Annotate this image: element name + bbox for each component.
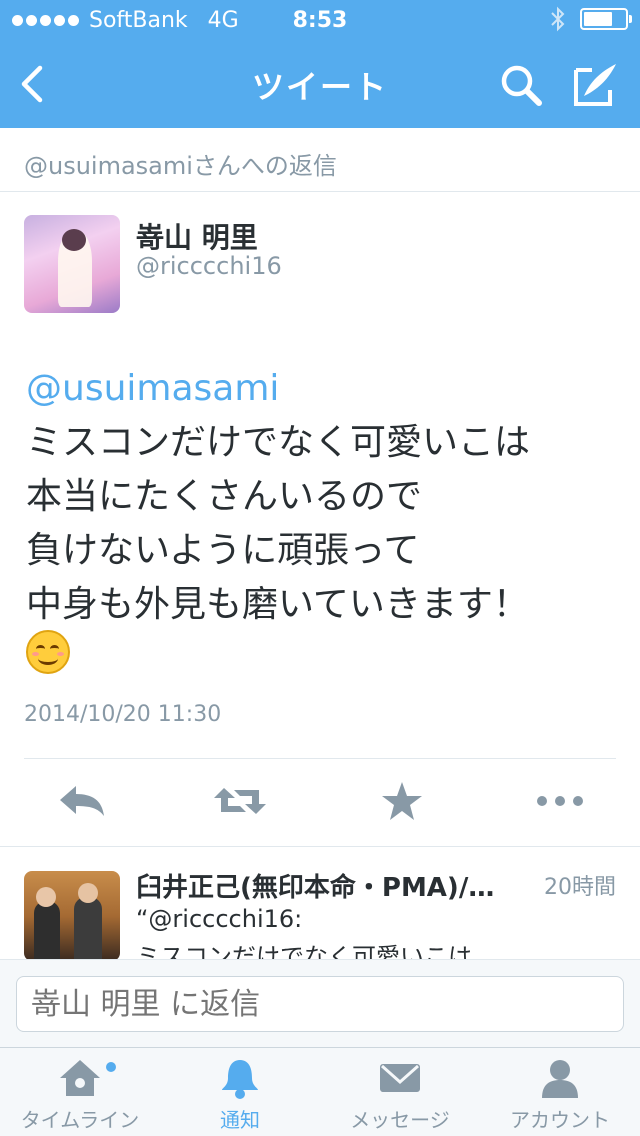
tab-label: メッセージ [350, 1108, 450, 1132]
tab-notifications[interactable]: 通知 [160, 1048, 320, 1136]
tweet-line-2: 本当にたくさんいるので [26, 476, 423, 517]
more-options-icon[interactable] [530, 778, 590, 824]
reply-input[interactable] [16, 976, 624, 1032]
bluetooth-icon [551, 6, 565, 32]
bell-icon [222, 1060, 258, 1099]
status-time: 8:53 [292, 8, 348, 33]
top-bar: SoftBank 4G 8:53 ツイート [0, 0, 640, 128]
tab-label: タイムライン [20, 1108, 140, 1132]
tweet-timestamp: 2014/10/20 11:30 [24, 702, 222, 727]
reply-author-avatar[interactable] [24, 871, 120, 959]
author-avatar[interactable] [24, 215, 120, 313]
compose-tweet-icon[interactable] [570, 60, 620, 108]
reply-context-text: @usuimasamiさんへの返信 [24, 152, 337, 180]
status-right [550, 6, 632, 32]
tab-bar: タイムライン 通知 メッセージ アカウント [0, 1047, 640, 1136]
reply-context-bar[interactable]: @usuimasamiさんへの返信 [0, 128, 640, 192]
reply-icon[interactable] [52, 778, 112, 824]
page-title: ツイート [251, 68, 388, 106]
tab-label: 通知 [220, 1108, 260, 1132]
reply-text-line-2: ミスコンだけでなく可愛いこは [136, 943, 472, 959]
divider [24, 758, 616, 759]
person-icon [542, 1060, 578, 1098]
author-handle[interactable]: @ricccchi16 [136, 252, 282, 280]
smiling-face-icon [26, 630, 70, 674]
tweet-line-3: 負けないように頑張って [26, 530, 420, 571]
reply-list-item[interactable]: 臼井正己(無印本命・PMA)/… 20時間 “@ricccchi16: ミスコン… [0, 847, 640, 959]
reply-text-line-1: “@ricccchi16: [136, 905, 303, 933]
tweet-line-4: 中身も外見も磨いていきます！ [26, 584, 529, 625]
battery-icon [580, 8, 632, 30]
tab-timeline[interactable]: タイムライン [0, 1048, 160, 1136]
reply-compose-bar [0, 959, 640, 1047]
author-name[interactable]: 嵜山 明里 [136, 216, 258, 256]
status-bar: SoftBank 4G 8:53 [0, 0, 640, 40]
tab-account[interactable]: アカウント [480, 1048, 640, 1136]
favorite-star-icon[interactable] [372, 778, 432, 824]
tab-messages[interactable]: メッセージ [320, 1048, 480, 1136]
reply-author-name: 臼井正己(無印本命・PMA)/… [136, 873, 495, 903]
search-icon[interactable] [498, 62, 544, 108]
nav-bar: ツイート [0, 40, 640, 128]
envelope-icon [380, 1064, 420, 1092]
retweet-icon[interactable] [210, 778, 270, 824]
home-icon [60, 1060, 100, 1096]
reply-time: 20時間 [544, 875, 616, 900]
tweet-text: @usuimasami ミスコンだけでなく可愛いこは 本当にたくさんいるので 負… [26, 362, 616, 632]
mention-link[interactable]: @usuimasami [26, 362, 616, 416]
tweet-line-1: ミスコンだけでなく可愛いこは [26, 422, 531, 463]
unread-dot [106, 1062, 116, 1072]
tab-label: アカウント [510, 1108, 610, 1132]
